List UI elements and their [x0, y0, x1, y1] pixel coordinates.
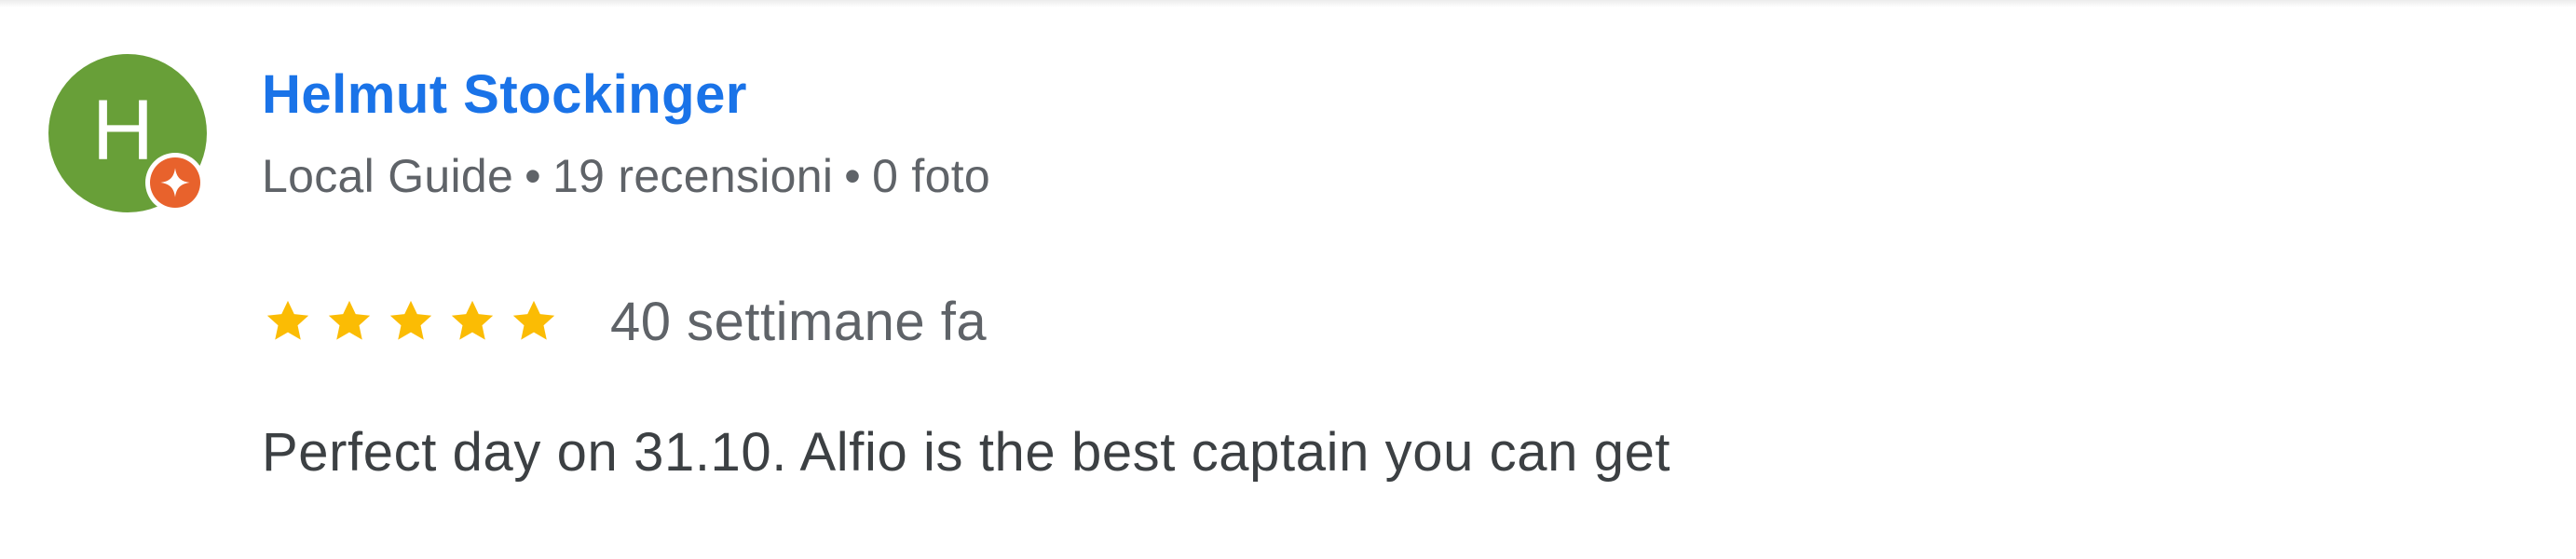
reviewer-meta: Local Guide • 19 recensioni • 0 foto [262, 149, 990, 203]
meta-separator: • [844, 150, 862, 202]
local-guide-label: Local Guide [262, 150, 514, 202]
star-icon [389, 300, 432, 340]
review-date: 40 settimane fa [610, 291, 988, 352]
star-icon [266, 300, 309, 340]
review-card: H Helmut Stockinger Local Guide • 19 recen… [0, 0, 2576, 559]
star-icon [451, 300, 494, 340]
review-text: Perfect day on 31.10. Alfio is the best … [262, 422, 1671, 483]
star-icon [328, 300, 371, 340]
page: H Helmut Stockinger Local Guide • 19 recen… [0, 0, 2576, 559]
local-guide-badge [145, 153, 205, 212]
star-icon [512, 300, 555, 340]
reviewer-name-link[interactable]: Helmut Stockinger [262, 63, 747, 126]
avatar-initial: H [91, 83, 155, 178]
meta-separator: • [525, 150, 541, 202]
photos-count: 0 foto [872, 150, 990, 202]
local-guide-star-icon [150, 157, 200, 208]
star-rating [262, 295, 560, 348]
reviews-count: 19 recensioni [552, 150, 834, 202]
rating-row: 40 settimane fa [262, 291, 987, 352]
